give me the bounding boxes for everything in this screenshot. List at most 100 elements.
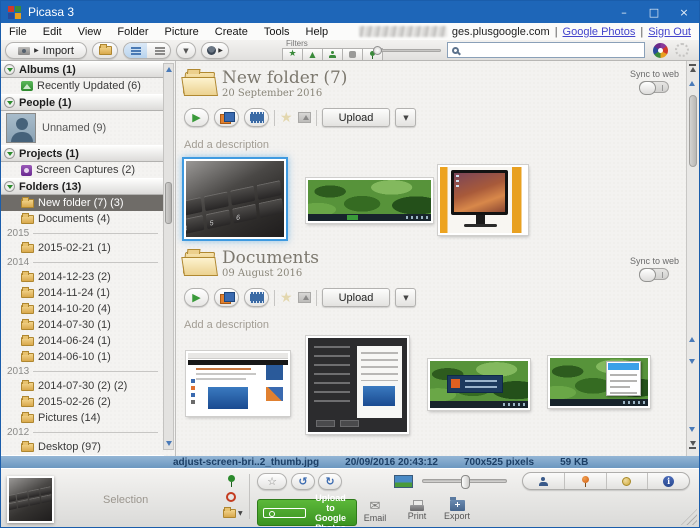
sync-toggle[interactable]: [639, 81, 669, 93]
places-panel-button[interactable]: [565, 473, 607, 489]
export-button[interactable]: Export: [437, 500, 477, 521]
thumbnail-desktop-wide[interactable]: [306, 178, 433, 223]
filter-uploaded-button[interactable]: ▲: [302, 48, 323, 61]
scroll-down-button[interactable]: [689, 427, 695, 432]
close-button[interactable]: ×: [669, 1, 699, 23]
scrollbar-thumb[interactable]: [689, 95, 697, 167]
scroll-last-button[interactable]: [689, 441, 696, 449]
sidebar-item-pictures[interactable]: Pictures (14): [1, 410, 164, 426]
people-view-button[interactable]: ▶: [201, 42, 229, 59]
sidebar-scrollbar[interactable]: [163, 63, 174, 450]
create-movie-button[interactable]: [244, 108, 269, 127]
menu-folder[interactable]: Folder: [109, 26, 156, 38]
sidebar-section-projects[interactable]: Projects (1): [1, 145, 164, 162]
sign-out-link[interactable]: Sign Out: [648, 26, 691, 38]
sync-toggle[interactable]: [639, 268, 669, 280]
sidebar-item-unnamed[interactable]: Unnamed (9): [1, 111, 164, 145]
upload-button[interactable]: Upload: [322, 108, 391, 127]
slideshow-button[interactable]: ▶: [184, 108, 209, 127]
section-title[interactable]: Documents: [222, 249, 319, 268]
upload-dropdown-button[interactable]: ▼: [395, 288, 416, 307]
section-title[interactable]: New folder (7): [222, 69, 347, 88]
people-panel-button[interactable]: [523, 473, 565, 489]
sidebar-item-2014-10-20[interactable]: 2014-10-20 (4): [1, 301, 164, 317]
thumbnail-desktop-context-menu[interactable]: [548, 356, 650, 408]
collapse-icon[interactable]: [4, 181, 15, 192]
upload-to-google-photos-button[interactable]: Upload to Google Photos: [257, 499, 357, 526]
tags-panel-button[interactable]: [607, 473, 649, 489]
menu-create[interactable]: Create: [207, 26, 256, 38]
sidebar-item-2015-02-21[interactable]: 2015-02-21 (1): [1, 240, 164, 256]
star-photo-button[interactable]: ☆: [257, 473, 287, 490]
add-to-album-button[interactable]: ▼: [223, 509, 243, 518]
collapse-icon[interactable]: [4, 97, 15, 108]
sidebar-item-recently-updated[interactable]: Recently Updated (6): [1, 78, 164, 94]
upload-button[interactable]: Upload: [322, 288, 391, 307]
rotate-right-button[interactable]: ↻: [318, 473, 342, 490]
description-field[interactable]: Add a description: [184, 139, 673, 151]
email-button[interactable]: ✉ Email: [357, 500, 393, 523]
create-collage-button[interactable]: [214, 108, 239, 127]
next-section-button[interactable]: [689, 359, 695, 364]
sidebar-item-2014-12-23[interactable]: 2014-12-23 (2): [1, 269, 164, 285]
collapse-icon[interactable]: [4, 148, 15, 159]
scroll-down-icon[interactable]: [166, 441, 172, 446]
description-field[interactable]: Add a description: [184, 319, 673, 331]
sidebar-section-albums[interactable]: Albums (1): [1, 61, 164, 78]
zoom-slider-knob[interactable]: [461, 475, 470, 489]
filter-faces-button[interactable]: [322, 48, 343, 61]
clear-selection-icon[interactable]: [226, 492, 236, 502]
content-scrollbar[interactable]: [686, 61, 699, 456]
print-button[interactable]: Print: [399, 500, 435, 521]
collapse-icon[interactable]: [4, 64, 15, 75]
sidebar-item-documents[interactable]: Documents (4): [1, 211, 164, 227]
upload-dropdown-button[interactable]: ▼: [395, 108, 416, 127]
filter-starred-button[interactable]: ★: [282, 48, 303, 61]
google-photos-link[interactable]: Google Photos: [563, 26, 636, 38]
sidebar-section-people[interactable]: People (1): [1, 94, 164, 111]
tree-view-button[interactable]: [147, 43, 170, 58]
rotate-left-button[interactable]: ↺: [291, 473, 315, 490]
selection-tray-thumbnail[interactable]: [7, 476, 54, 523]
prev-section-button[interactable]: [689, 337, 695, 342]
filter-face-detect-button[interactable]: [342, 48, 363, 61]
slideshow-button[interactable]: ▶: [184, 288, 209, 307]
search-input[interactable]: [459, 44, 644, 56]
sidebar-item-2015-02-26[interactable]: 2015-02-26 (2): [1, 394, 164, 410]
sidebar-item-screen-captures[interactable]: Screen Captures (2): [1, 162, 164, 178]
sidebar-item-desktop[interactable]: Desktop (97): [1, 439, 164, 455]
scrollbar-thumb[interactable]: [165, 182, 172, 224]
maximize-button[interactable]: □: [639, 1, 669, 23]
sidebar-section-folders[interactable]: Folders (13): [1, 178, 164, 195]
thumbnail-monitor-photo[interactable]: [438, 165, 528, 235]
add-folder-button[interactable]: [92, 42, 118, 59]
scroll-up-button[interactable]: [689, 81, 695, 86]
sidebar-item-2014-06-24[interactable]: 2014-06-24 (1): [1, 333, 164, 349]
sidebar-item-2014-07-30[interactable]: 2014-07-30 (1): [1, 317, 164, 333]
date-filter-slider[interactable]: [373, 49, 441, 52]
menu-tools[interactable]: Tools: [256, 26, 298, 38]
menu-picture[interactable]: Picture: [157, 26, 207, 38]
menu-help[interactable]: Help: [298, 26, 337, 38]
properties-panel-button[interactable]: i: [648, 473, 689, 489]
create-movie-button[interactable]: [244, 288, 269, 307]
menu-file[interactable]: File: [1, 26, 35, 38]
import-button[interactable]: ▶ Import: [5, 42, 87, 59]
scroll-up-icon[interactable]: [166, 67, 172, 72]
scroll-first-button[interactable]: [689, 64, 696, 72]
thumbnail-webpage-screenshot[interactable]: [186, 351, 290, 416]
thumbnail-keyboard-photo[interactable]: 4 5 6: [184, 159, 286, 239]
zoom-slider[interactable]: [422, 479, 507, 483]
sidebar-item-2014-07-30-2[interactable]: 2014-07-30 (2) (2): [1, 378, 164, 394]
sidebar-item-2014-11-24[interactable]: 2014-11-24 (1): [1, 285, 164, 301]
thumbnail-dark-dialog-screenshot[interactable]: [306, 336, 409, 434]
slider-knob[interactable]: [373, 46, 382, 55]
menu-edit[interactable]: Edit: [35, 26, 70, 38]
sidebar-item-2014-06-10[interactable]: 2014-06-10 (1): [1, 349, 164, 365]
create-collage-button[interactable]: [214, 288, 239, 307]
minimize-button[interactable]: –: [609, 1, 639, 23]
flat-view-button[interactable]: [124, 43, 147, 58]
menu-view[interactable]: View: [70, 26, 110, 38]
resize-grip[interactable]: [681, 509, 697, 525]
hold-selection-pin-icon[interactable]: [228, 475, 235, 487]
